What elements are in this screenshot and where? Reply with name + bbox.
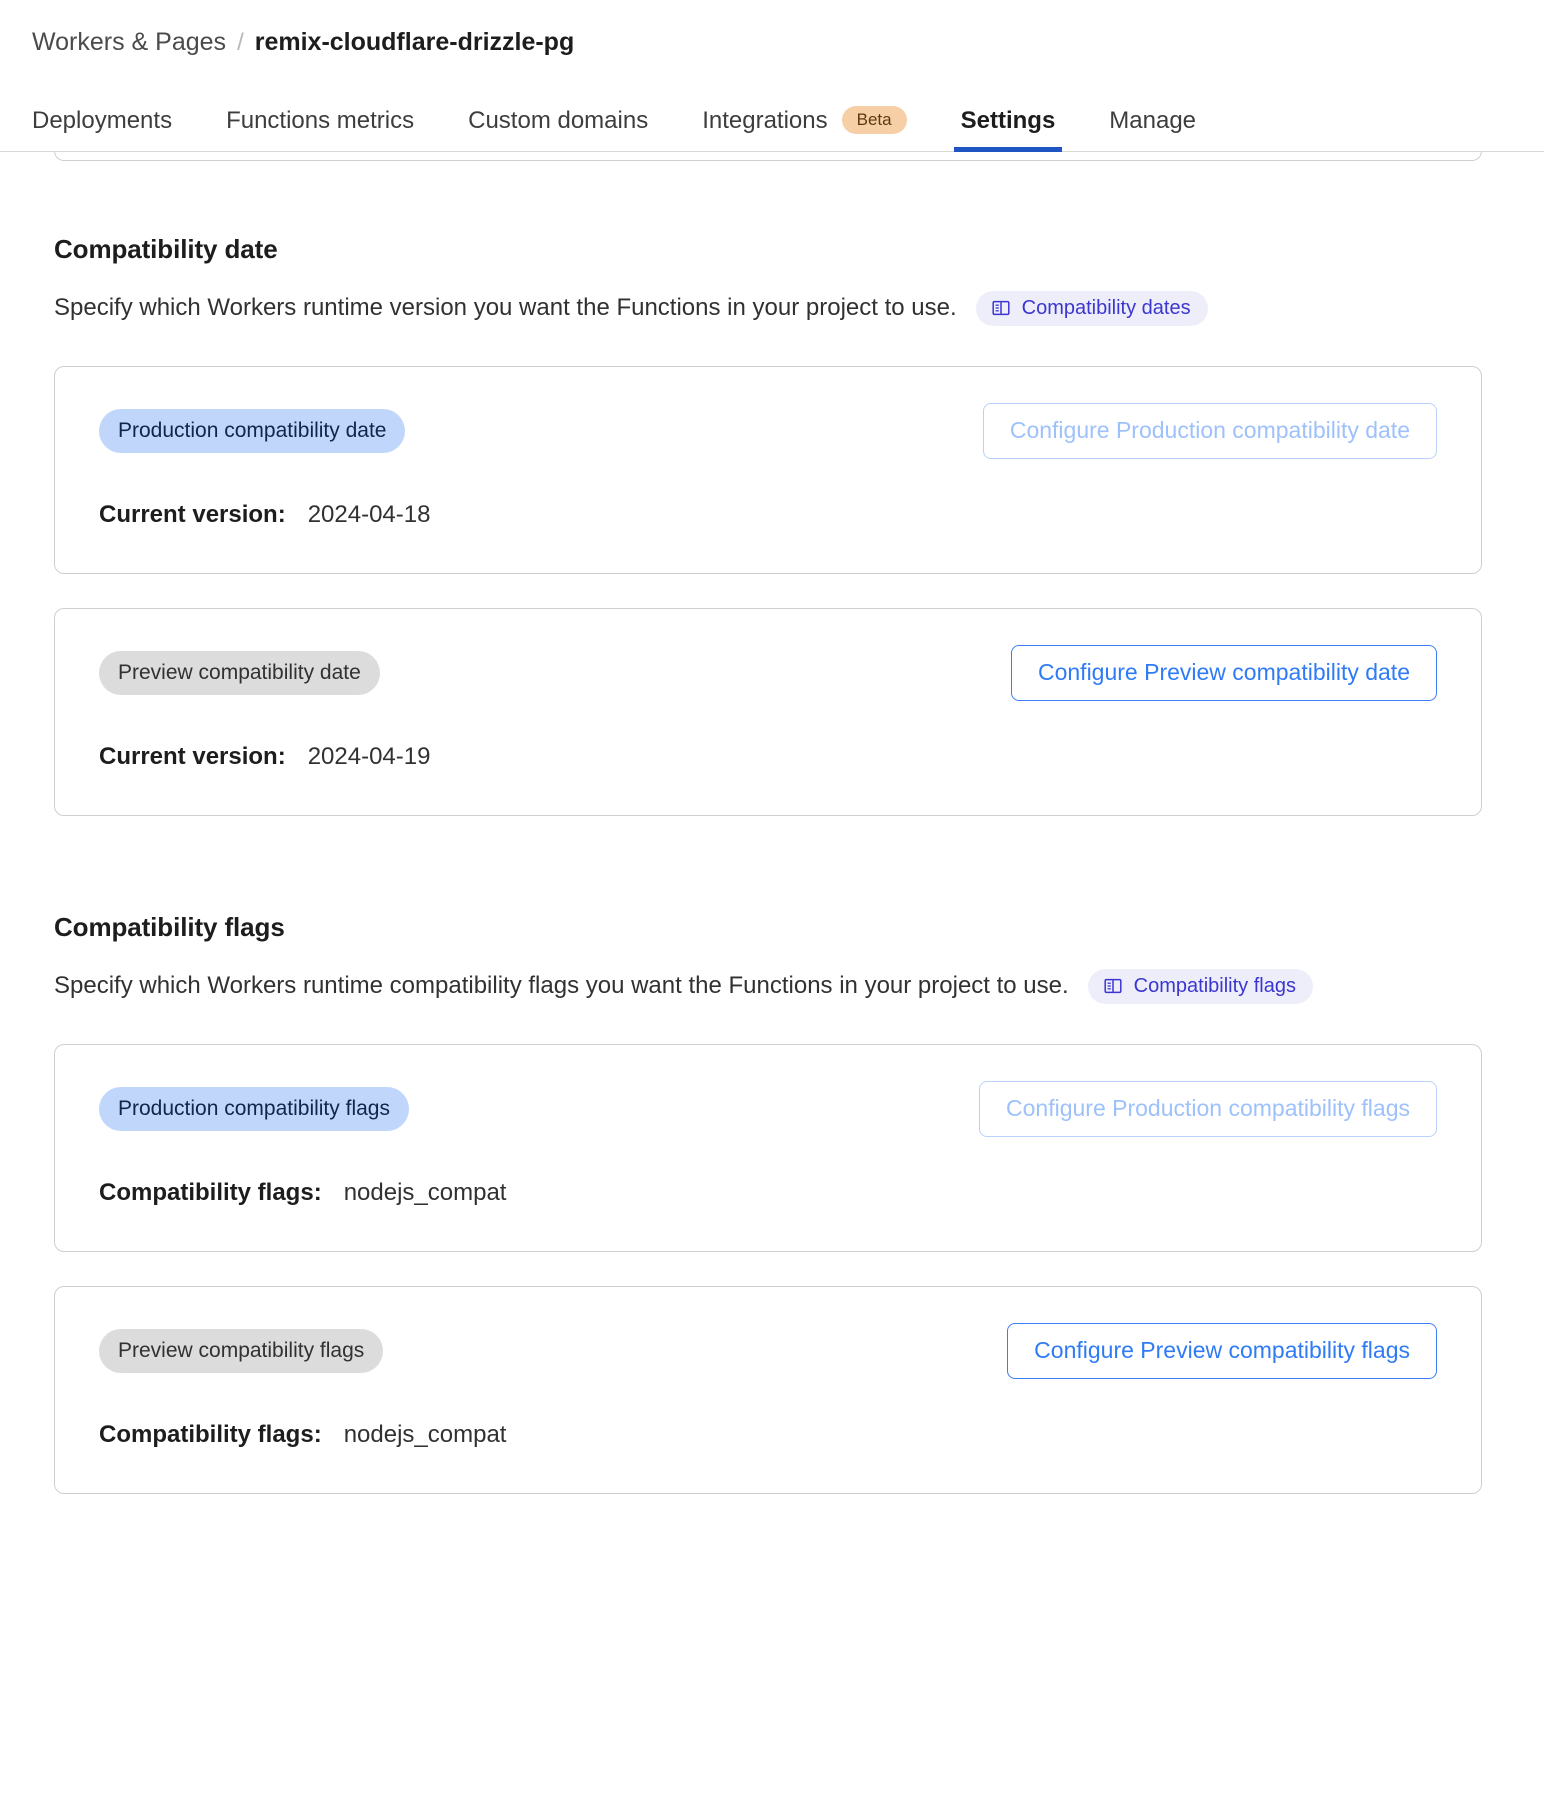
tab-integrations[interactable]: Integrations Beta	[675, 105, 933, 152]
breadcrumb-separator: /	[237, 29, 244, 56]
current-version-label: Current version:	[99, 742, 286, 770]
breadcrumb-current-project: remix-cloudflare-drizzle-pg	[254, 28, 575, 56]
compatibility-flags-doc-link[interactable]: Compatibility flags	[1087, 968, 1313, 1004]
card-header-row: Preview compatibility date Configure Pre…	[99, 644, 1437, 701]
compatibility-flags-row: Compatibility flags: nodejs_compat	[99, 1179, 1437, 1207]
configure-production-compatibility-date-button[interactable]: Configure Production compatibility date	[982, 402, 1437, 459]
production-compatibility-date-card: Production compatibility date Configure …	[54, 365, 1482, 574]
section-description-row: Specify which Workers runtime version yo…	[54, 290, 1482, 326]
preview-env-badge: Preview compatibility date	[99, 650, 380, 695]
production-compatibility-flags-card: Production compatibility flags Configure…	[54, 1043, 1482, 1252]
tab-deployments[interactable]: Deployments	[32, 107, 199, 152]
tab-label: Manage	[1109, 106, 1197, 134]
production-env-badge: Production compatibility flags	[99, 1086, 409, 1131]
compatibility-flags-label: Compatibility flags:	[99, 1178, 322, 1206]
preview-compatibility-date-card: Preview compatibility date Configure Pre…	[54, 607, 1482, 816]
section-compatibility-flags: Compatibility flags Specify which Worker…	[54, 912, 1482, 1494]
section-description: Specify which Workers runtime version yo…	[54, 293, 957, 321]
current-version-row: Current version: 2024-04-18	[99, 501, 1437, 529]
project-tabbar: Deployments Functions metrics Custom dom…	[0, 93, 1544, 152]
configure-preview-compatibility-flags-button[interactable]: Configure Preview compatibility flags	[1007, 1322, 1437, 1379]
doc-link-label: Compatibility dates	[1021, 296, 1191, 319]
tab-label: Integrations	[702, 106, 828, 134]
tab-custom-domains[interactable]: Custom domains	[441, 107, 675, 152]
compatibility-flags-row: Compatibility flags: nodejs_compat	[99, 1421, 1437, 1449]
card-header-row: Production compatibility date Configure …	[99, 402, 1437, 459]
compatibility-dates-doc-link[interactable]: Compatibility dates	[975, 290, 1208, 326]
preview-env-badge: Preview compatibility flags	[99, 1328, 384, 1373]
configure-preview-compatibility-date-button[interactable]: Configure Preview compatibility date	[1010, 644, 1437, 701]
scrolled-card-edge	[0, 151, 1544, 184]
book-icon	[991, 298, 1011, 318]
tab-settings[interactable]: Settings	[934, 107, 1083, 152]
settings-page: Workers & Pages / remix-cloudflare-drizz…	[0, 0, 1544, 1814]
current-version-value: 2024-04-19	[307, 742, 431, 770]
production-env-badge: Production compatibility date	[99, 408, 406, 453]
book-icon	[1103, 976, 1123, 996]
card-header-row: Preview compatibility flags Configure Pr…	[99, 1322, 1437, 1379]
current-version-row: Current version: 2024-04-19	[99, 743, 1437, 771]
compatibility-flags-label: Compatibility flags:	[99, 1420, 322, 1448]
preview-compatibility-flags-card: Preview compatibility flags Configure Pr…	[54, 1285, 1482, 1494]
tab-label: Functions metrics	[226, 106, 415, 134]
doc-link-label: Compatibility flags	[1133, 974, 1296, 997]
section-title: Compatibility flags	[54, 911, 285, 942]
section-compatibility-date: Compatibility date Specify which Workers…	[54, 234, 1482, 816]
compatibility-flags-value: nodejs_compat	[343, 1420, 507, 1448]
breadcrumb: Workers & Pages / remix-cloudflare-drizz…	[0, 0, 1544, 59]
current-version-value: 2024-04-18	[307, 500, 431, 528]
tab-label: Custom domains	[468, 106, 649, 134]
card-header-row: Production compatibility flags Configure…	[99, 1080, 1437, 1137]
section-description: Specify which Workers runtime compatibil…	[54, 971, 1069, 999]
tab-manage[interactable]: Manage	[1082, 107, 1223, 152]
section-description-row: Specify which Workers runtime compatibil…	[54, 968, 1482, 1004]
tab-functions-metrics[interactable]: Functions metrics	[199, 107, 441, 152]
tab-label: Deployments	[32, 106, 173, 134]
tab-label: Settings	[960, 106, 1056, 134]
breadcrumb-parent-link[interactable]: Workers & Pages	[32, 26, 226, 59]
current-version-label: Current version:	[99, 500, 286, 528]
compatibility-flags-value: nodejs_compat	[343, 1178, 507, 1206]
settings-content: Compatibility date Specify which Workers…	[0, 184, 1544, 1494]
configure-production-compatibility-flags-button[interactable]: Configure Production compatibility flags	[979, 1080, 1437, 1137]
beta-badge: Beta	[841, 105, 907, 134]
section-title: Compatibility date	[54, 233, 278, 264]
